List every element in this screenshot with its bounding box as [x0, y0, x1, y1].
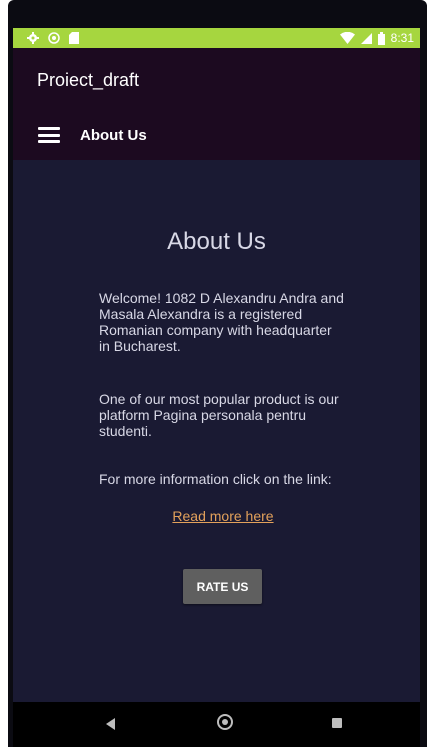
status-right-icons: 8:31	[339, 31, 414, 45]
signal-icon	[360, 32, 372, 44]
sd-card-icon	[69, 32, 79, 44]
toolbar-title: About Us	[80, 126, 147, 144]
welcome-paragraph: Welcome! 1082 D Alexandru Andra and Masa…	[99, 290, 344, 354]
more-info-paragraph: For more information click on the link:	[99, 471, 332, 487]
status-left-icons	[27, 32, 79, 44]
product-paragraph: One of our most popular product is our p…	[99, 391, 339, 439]
page-title: About Us	[167, 228, 266, 255]
read-more-link[interactable]: Read more here	[13, 508, 433, 524]
app-bar: Proiect_draft	[13, 48, 420, 110]
hamburger-menu-icon[interactable]	[38, 127, 60, 143]
home-icon[interactable]	[217, 714, 233, 730]
toolbar: About Us	[13, 110, 420, 160]
status-bar: 8:31	[13, 28, 420, 48]
back-icon[interactable]	[106, 718, 115, 730]
app-title: Proiect_draft	[37, 70, 140, 90]
rate-us-button[interactable]: RATE US	[183, 569, 262, 604]
wifi-icon	[339, 32, 355, 44]
about-us-content: About Us Welcome! 1082 D Alexandru Andra…	[13, 160, 420, 702]
status-time: 8:31	[390, 31, 414, 45]
gear-icon	[27, 32, 39, 44]
recent-apps-icon[interactable]	[332, 718, 342, 728]
navigation-bar	[13, 702, 420, 747]
battery-icon	[377, 31, 385, 45]
record-icon	[48, 32, 60, 44]
